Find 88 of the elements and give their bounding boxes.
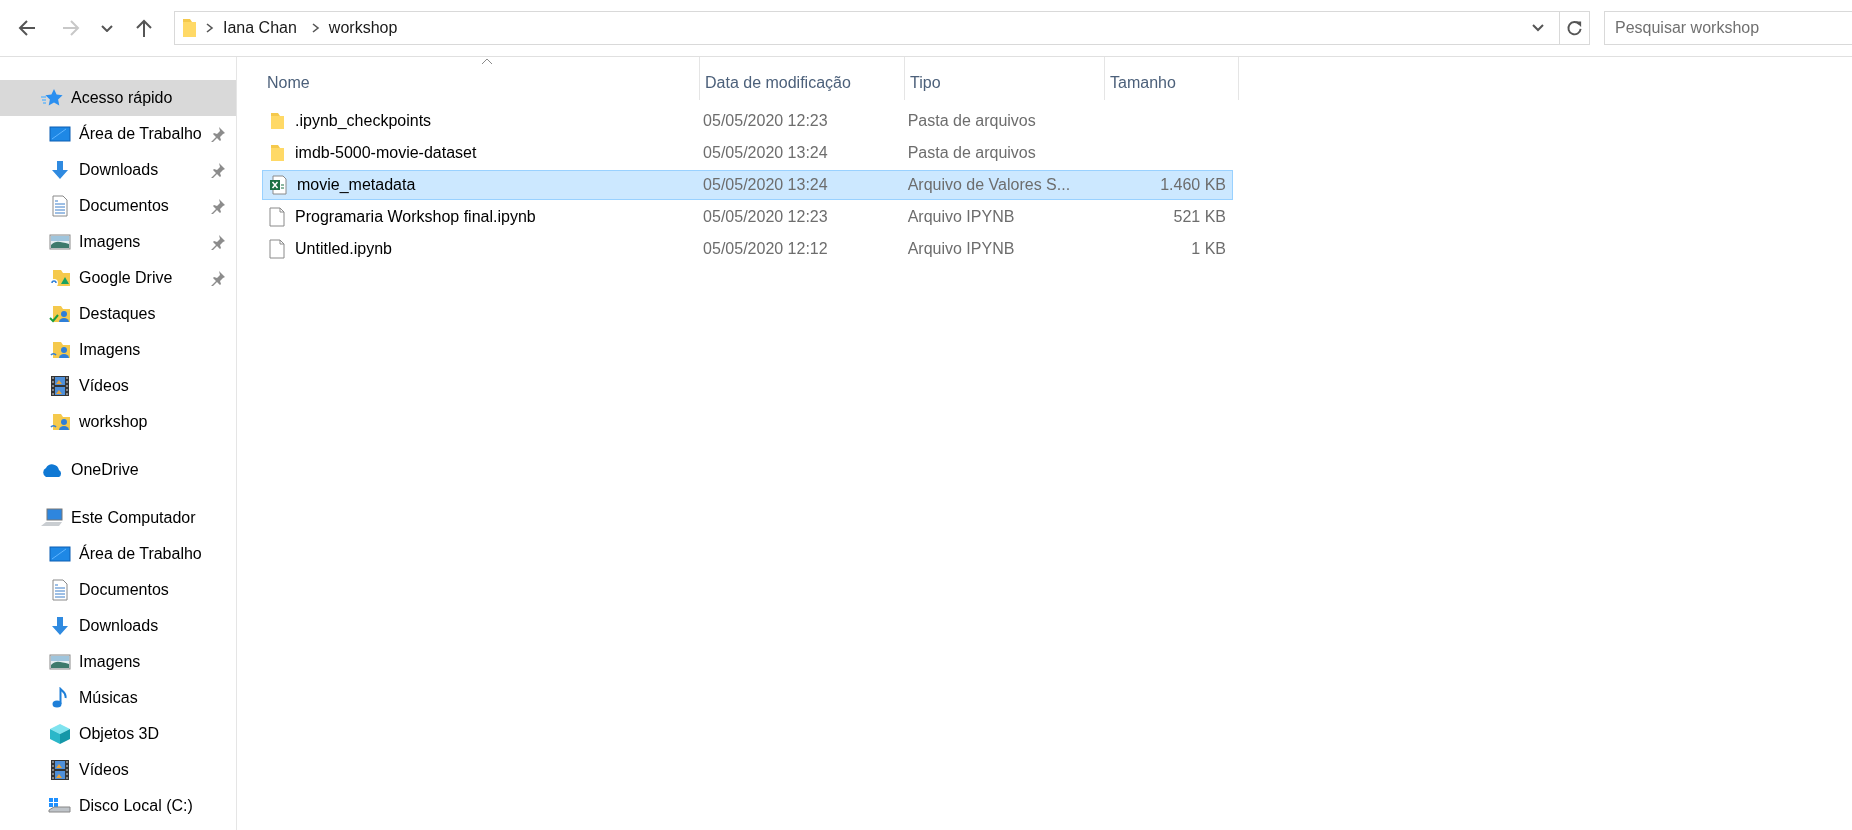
shared-folder-icon (49, 304, 71, 324)
sidebar-item[interactable]: Documentos (0, 572, 236, 608)
sidebar-item[interactable]: Músicas (0, 680, 236, 716)
date-cell: 05/05/2020 12:12 (703, 240, 828, 257)
monitor-icon (49, 545, 71, 563)
type-cell: Arquivo de Valores S... (907, 176, 1071, 193)
sidebar-item[interactable]: Documentos (0, 188, 236, 224)
picture-icon (49, 653, 71, 671)
film-icon (50, 375, 70, 397)
sort-caret-icon (480, 58, 493, 65)
search-field[interactable]: Pesquisar workshop (1604, 11, 1852, 45)
sidebar-item[interactable]: Downloads (0, 608, 236, 644)
pin-icon (210, 162, 226, 178)
pin-icon (210, 198, 226, 214)
size-cell: 1.460 KB (1160, 176, 1226, 193)
column-header[interactable]: Nome (262, 57, 700, 100)
chevron-icon (310, 22, 321, 34)
size-cell: 1 KB (1191, 240, 1226, 257)
file-name: Programaria Workshop final.ipynb (295, 208, 536, 226)
download-arrow-icon (50, 616, 70, 636)
sidebar-item[interactable]: Disco Local (C:) (0, 788, 236, 824)
file-row[interactable]: Untitled.ipynb 05/05/2020 12:12 Arquivo IPYNB 1 KB (262, 234, 1233, 264)
folder-icon (269, 143, 285, 163)
sidebar-item[interactable]: Imagens (0, 644, 236, 680)
sidebar-item[interactable]: Área de Trabalho (0, 116, 236, 152)
caret-icon (101, 24, 113, 32)
computer-icon (40, 508, 64, 528)
monitor-icon (49, 125, 71, 143)
picture-icon (49, 233, 71, 251)
sidebar-item[interactable]: Downloads (0, 152, 236, 188)
cloud-icon (40, 462, 64, 478)
pin-icon (210, 234, 226, 250)
star-icon (41, 88, 63, 108)
chevron-down-icon (1531, 23, 1545, 33)
sidebar-item[interactable]: Vídeos (0, 368, 236, 404)
file-row[interactable]: .ipynb_checkpoints 05/05/2020 12:23 Pasta de arquivos (262, 106, 1233, 136)
file-name: .ipynb_checkpoints (295, 112, 432, 130)
drive-icon (48, 797, 72, 815)
chevron-icon (205, 22, 215, 34)
file-row[interactable]: imdb-5000-movie-dataset 05/05/2020 13:24 Pasta de arquivos (262, 138, 1233, 168)
folder-icon (269, 111, 285, 131)
type-cell: Pasta de arquivos (907, 112, 1036, 129)
type-cell: Pasta de arquivos (907, 144, 1036, 161)
sidebar-item[interactable]: OneDrive (0, 452, 236, 488)
shared-folder-icon (49, 412, 71, 432)
column-header[interactable]: Data de modificação (700, 57, 905, 100)
type-cell: Arquivo IPYNB (907, 240, 1015, 257)
file-name: imdb-5000-movie-dataset (295, 144, 477, 162)
download-arrow-icon (50, 160, 70, 180)
sidebar-item[interactable]: Objetos 3D (0, 716, 236, 752)
document-icon (51, 195, 69, 217)
date-cell: 05/05/2020 13:24 (703, 144, 828, 161)
sidebar-item[interactable]: Imagens (0, 332, 236, 368)
document-icon (51, 579, 69, 601)
file-row[interactable]: movie_metadata 05/05/2020 13:24 Arquivo de Valores S... 1.460 KB (262, 170, 1233, 200)
file-row[interactable]: Programaria Workshop final.ipynb 05/05/2020 12:23 Arquivo IPYNB 521 KB (262, 202, 1233, 232)
sidebar-item[interactable]: workshop (0, 404, 236, 440)
breadcrumb[interactable]: Iana Chan (223, 19, 297, 37)
sidebar-item[interactable]: Imagens (0, 224, 236, 260)
shared-folder-icon (49, 340, 71, 360)
sidebar-item[interactable]: Acesso rápido (0, 80, 236, 116)
synced-folder-icon (49, 268, 71, 288)
size-cell: 521 KB (1173, 208, 1226, 225)
address-bar[interactable]: Iana Chan workshop (174, 11, 1590, 45)
column-header[interactable]: Tipo (905, 57, 1105, 100)
file-icon (269, 207, 285, 227)
sidebar-item[interactable]: Google Drive (0, 260, 236, 296)
spreadsheet-icon (269, 175, 287, 195)
column-header[interactable]: Tamanho (1105, 57, 1239, 100)
music-note-icon (52, 687, 68, 709)
sidebar-item[interactable]: Destaques (0, 296, 236, 332)
sidebar-item[interactable]: Área de Trabalho (0, 536, 236, 572)
type-cell: Arquivo IPYNB (907, 208, 1015, 225)
file-name: Untitled.ipynb (295, 240, 392, 258)
pin-icon (210, 270, 226, 286)
date-cell: 05/05/2020 13:24 (703, 176, 828, 193)
file-icon (269, 239, 285, 259)
sidebar-item[interactable]: Vídeos (0, 752, 236, 788)
breadcrumb[interactable]: workshop (328, 19, 398, 37)
cube-icon (49, 723, 71, 745)
file-name: movie_metadata (297, 176, 416, 194)
sidebar-item[interactable]: Este Computador (0, 500, 236, 536)
pin-icon (210, 126, 226, 142)
refresh-icon (1566, 19, 1583, 37)
folder-icon (181, 17, 197, 39)
date-cell: 05/05/2020 12:23 (703, 208, 828, 225)
film-icon (50, 759, 70, 781)
date-cell: 05/05/2020 12:23 (703, 112, 828, 129)
